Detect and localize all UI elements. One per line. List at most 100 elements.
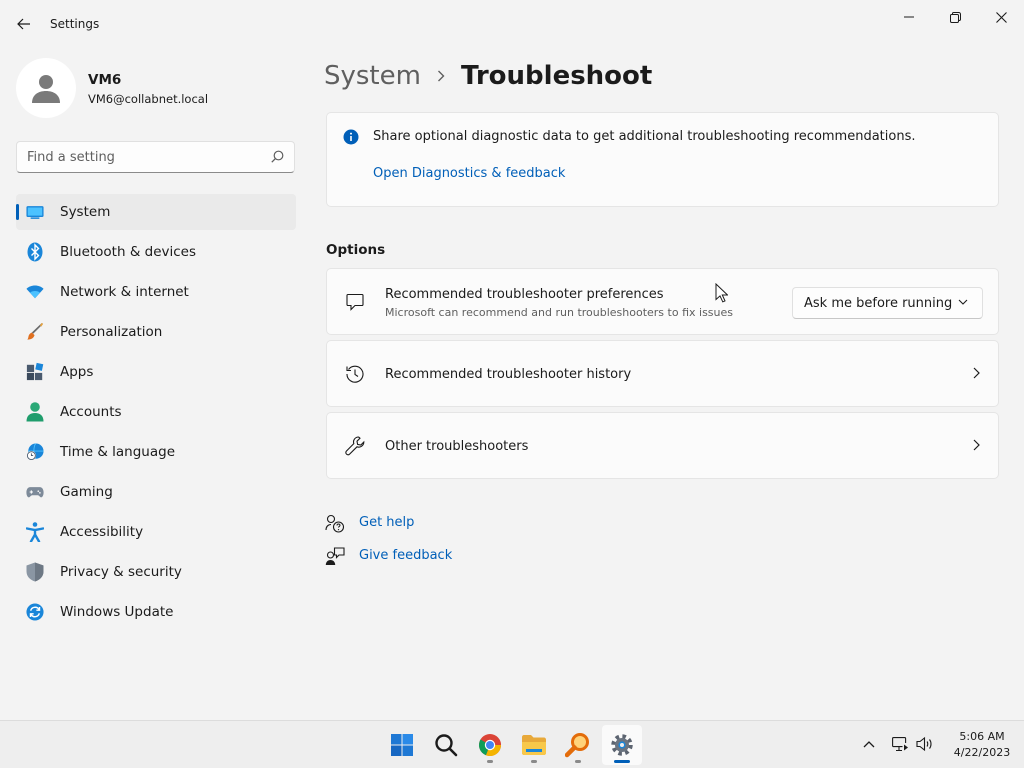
- info-icon: [343, 129, 359, 149]
- start-icon: [391, 734, 413, 756]
- sidebar-item-label: Privacy & security: [60, 564, 182, 580]
- sidebar-item-label: Time & language: [60, 444, 176, 460]
- sidebar-item-label: Accessibility: [60, 524, 144, 540]
- title-bar: Settings: [0, 0, 1024, 48]
- sidebar-item-label: Accounts: [60, 404, 122, 420]
- running-indicator: [575, 760, 581, 763]
- close-button[interactable]: [978, 4, 1024, 30]
- globe-clock-icon: [26, 443, 44, 461]
- maximize-button[interactable]: [932, 4, 978, 30]
- profile-email: VM6@collabnet.local: [88, 92, 209, 106]
- sidebar-item-privacy-security[interactable]: Privacy & security: [16, 554, 296, 590]
- help-person-icon: [325, 514, 345, 533]
- brush-icon: [26, 323, 44, 341]
- chevron-up-icon: [863, 741, 875, 748]
- running-indicator: [487, 760, 493, 763]
- settings-icon: [611, 734, 633, 756]
- clock-time: 5:06 AM: [959, 730, 1005, 743]
- sidebar-item-personalization[interactable]: Personalization: [16, 314, 296, 350]
- minimize-icon: [904, 16, 914, 18]
- history-icon: [345, 364, 365, 384]
- dropdown-selected-value: Ask me before running: [804, 296, 953, 311]
- taskbar: 5:06 AM 4/22/2023: [0, 720, 1024, 768]
- taskbar-clock[interactable]: 5:06 AM 4/22/2023: [944, 729, 1020, 761]
- sidebar-item-accessibility[interactable]: Accessibility: [16, 514, 296, 550]
- sidebar-item-label: Windows Update: [60, 604, 174, 620]
- taskbar-settings[interactable]: [602, 725, 642, 765]
- minimize-button[interactable]: [886, 4, 932, 30]
- page-title: Troubleshoot: [460, 61, 653, 91]
- window-title: Settings: [50, 17, 100, 31]
- taskbar-search-button[interactable]: [426, 725, 466, 765]
- sidebar-item-apps[interactable]: Apps: [16, 354, 296, 390]
- back-button[interactable]: [12, 10, 36, 38]
- taskbar-chrome[interactable]: [470, 725, 510, 765]
- gamepad-icon: [26, 483, 44, 501]
- search-input[interactable]: [27, 148, 257, 166]
- wrench-icon: [345, 436, 365, 456]
- arrow-left-icon: [17, 18, 30, 30]
- taskbar-file-explorer[interactable]: [514, 725, 554, 765]
- restore-icon: [949, 11, 961, 23]
- row-title: Recommended troubleshooter history: [385, 367, 632, 382]
- volume-button[interactable]: [914, 733, 936, 755]
- give-feedback-row[interactable]: Give feedback: [325, 547, 525, 580]
- settings-search: [16, 141, 295, 173]
- wifi-icon: [26, 283, 44, 301]
- network-icon: [892, 737, 910, 752]
- sidebar-nav: System Bluetooth & devices Network & int…: [16, 194, 296, 634]
- sidebar-item-accounts[interactable]: Accounts: [16, 394, 296, 430]
- chevron-down-icon: [958, 299, 968, 305]
- apps-icon: [26, 362, 44, 381]
- accessibility-icon: [26, 522, 44, 542]
- taskbar-magnifier-app[interactable]: [558, 725, 598, 765]
- avatar[interactable]: [16, 58, 76, 118]
- sidebar-item-label: Network & internet: [60, 284, 189, 300]
- user-profile: VM6 VM6@collabnet.local: [16, 58, 296, 118]
- person-icon: [32, 75, 60, 103]
- sidebar-item-windows-update[interactable]: Windows Update: [16, 594, 296, 630]
- chevron-right-icon: [973, 367, 980, 379]
- clock-date: 4/22/2023: [953, 746, 1011, 759]
- chevron-right-icon: [437, 70, 445, 82]
- get-help-link[interactable]: Get help: [359, 515, 414, 530]
- network-status-button[interactable]: [890, 733, 912, 755]
- get-help-row[interactable]: Get help: [325, 514, 525, 547]
- diagnostics-info-card: Share optional diagnostic data to get ad…: [326, 112, 999, 207]
- sidebar-item-label: Bluetooth & devices: [60, 244, 197, 260]
- sidebar-item-network[interactable]: Network & internet: [16, 274, 296, 310]
- sidebar-item-label: Gaming: [60, 484, 113, 500]
- row-title: Other troubleshooters: [385, 439, 529, 454]
- breadcrumb-parent[interactable]: System: [324, 61, 421, 91]
- open-diagnostics-link[interactable]: Open Diagnostics & feedback: [373, 166, 565, 181]
- row-description: Microsoft can recommend and run troubles…: [385, 306, 733, 319]
- close-icon: [995, 11, 1007, 23]
- bluetooth-icon: [26, 242, 44, 262]
- chrome-icon: [478, 734, 502, 757]
- breadcrumb: System Troubleshoot: [324, 58, 652, 94]
- give-feedback-link[interactable]: Give feedback: [359, 548, 452, 563]
- search-icon[interactable]: [271, 150, 284, 163]
- help-links: Get help Give feedback: [325, 514, 525, 580]
- sidebar-item-label: Personalization: [60, 324, 163, 340]
- sidebar-item-gaming[interactable]: Gaming: [16, 474, 296, 510]
- profile-name: VM6: [88, 72, 122, 88]
- chevron-right-icon: [973, 439, 980, 451]
- chat-bubble-icon: [345, 292, 365, 312]
- sidebar-item-system[interactable]: System: [16, 194, 296, 230]
- sidebar-item-label: Apps: [60, 364, 94, 380]
- taskbar-start-button[interactable]: [382, 725, 422, 765]
- info-message: Share optional diagnostic data to get ad…: [373, 129, 916, 144]
- search-icon: [435, 734, 458, 757]
- magnifier-app-icon: [565, 733, 589, 758]
- show-hidden-icons-button[interactable]: [858, 733, 880, 755]
- troubleshooter-preference-dropdown[interactable]: Ask me before running: [792, 287, 983, 319]
- sidebar-item-label: System: [60, 204, 111, 220]
- speaker-icon: [916, 736, 932, 752]
- sidebar-item-time-language[interactable]: Time & language: [16, 434, 296, 470]
- troubleshooter-history-row[interactable]: Recommended troubleshooter history: [326, 340, 999, 407]
- file-explorer-icon: [522, 735, 546, 755]
- other-troubleshooters-row[interactable]: Other troubleshooters: [326, 412, 999, 479]
- sidebar-item-bluetooth[interactable]: Bluetooth & devices: [16, 234, 296, 270]
- options-heading: Options: [326, 242, 386, 258]
